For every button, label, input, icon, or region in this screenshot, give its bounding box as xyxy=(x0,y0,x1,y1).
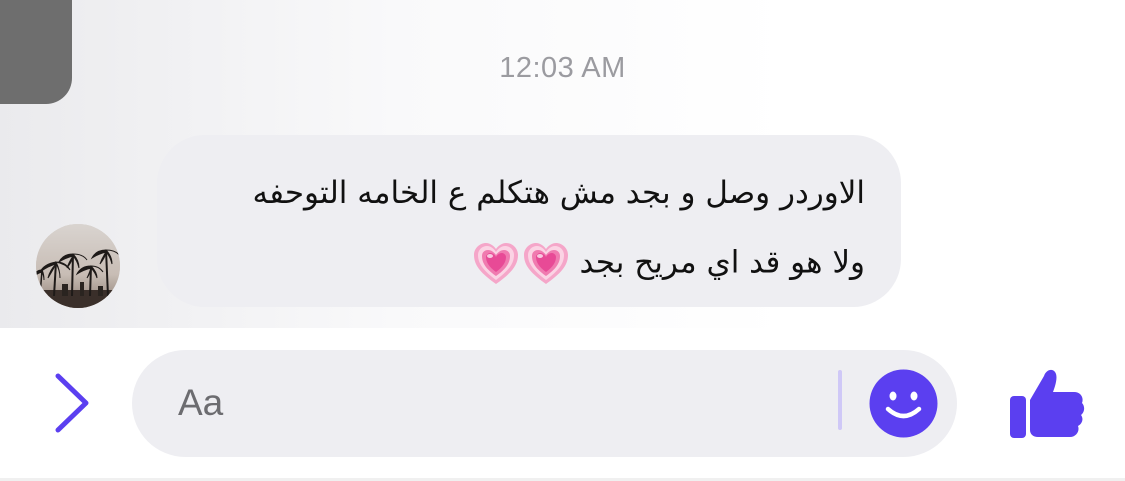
thumbs-up-icon xyxy=(1010,369,1085,438)
message-input[interactable] xyxy=(178,378,818,428)
message-line-2: ولا هو قد اي مريح بجد xyxy=(470,240,865,288)
text-cursor xyxy=(838,370,842,430)
avatar-palm-trees-image xyxy=(36,224,120,308)
like-button[interactable] xyxy=(1008,366,1086,442)
message-line-2-text: ولا هو قد اي مريح بجد xyxy=(579,244,865,281)
avatar[interactable] xyxy=(36,224,120,308)
message-timestamp: 12:03 AM xyxy=(499,52,626,84)
smiley-icon xyxy=(869,369,938,438)
message-line-1: الاوردر وصل و بجد مش هتكلم ع الخامه التو… xyxy=(252,175,865,211)
emoji-button[interactable] xyxy=(869,369,938,438)
message-bubble[interactable]: الاوردر وصل و بجد مش هتكلم ع الخامه التو… xyxy=(157,135,901,307)
chevron-right-icon xyxy=(55,373,89,433)
message-composer xyxy=(132,350,957,457)
growing-heart-icon xyxy=(472,240,520,288)
expand-actions-button[interactable] xyxy=(48,370,96,436)
growing-heart-icon xyxy=(522,240,570,288)
